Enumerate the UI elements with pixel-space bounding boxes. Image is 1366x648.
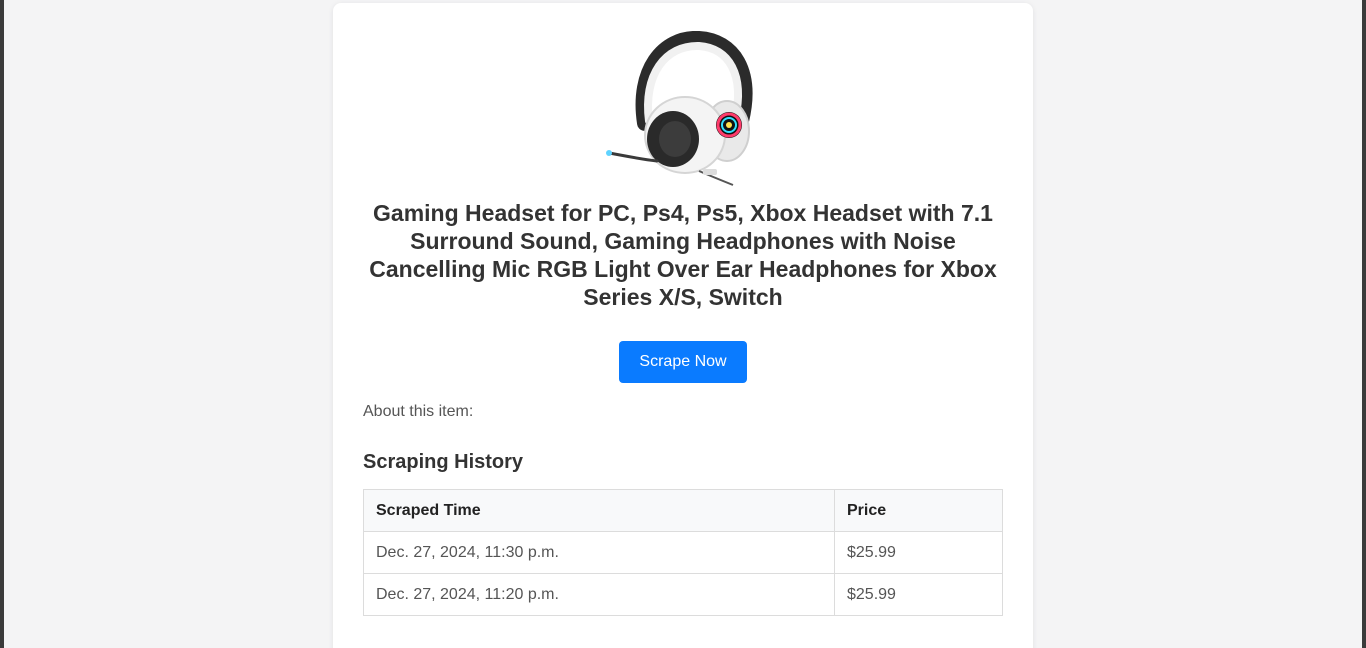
scraping-history-heading: Scraping History <box>363 451 524 473</box>
scraping-history-table: Scraped Time Price Dec. 27, 2024, 11:30 … <box>363 489 1003 616</box>
browser-viewport: Gaming Headset for PC, Ps4, Ps5, Xbox He… <box>4 0 1362 648</box>
table-header-row: Scraped Time Price <box>363 489 1003 532</box>
product-card: Gaming Headset for PC, Ps4, Ps5, Xbox He… <box>333 3 1033 648</box>
scrape-now-button[interactable]: Scrape Now <box>619 341 747 383</box>
scraped-time-cell: Dec. 27, 2024, 11:20 p.m. <box>363 573 835 616</box>
product-title: Gaming Headset for PC, Ps4, Ps5, Xbox He… <box>369 200 997 310</box>
scraped-time-cell: Dec. 27, 2024, 11:30 p.m. <box>363 531 835 574</box>
price-cell: $25.99 <box>834 531 1003 574</box>
column-header-scraped-time: Scraped Time <box>363 489 835 532</box>
about-item-label: About this item: <box>363 403 474 420</box>
price-cell: $25.99 <box>834 573 1003 616</box>
column-header-price: Price <box>834 489 1003 532</box>
table-row: Dec. 27, 2024, 11:30 p.m. $25.99 <box>363 531 1003 574</box>
product-image <box>606 31 753 186</box>
table-row: Dec. 27, 2024, 11:20 p.m. $25.99 <box>363 573 1003 616</box>
